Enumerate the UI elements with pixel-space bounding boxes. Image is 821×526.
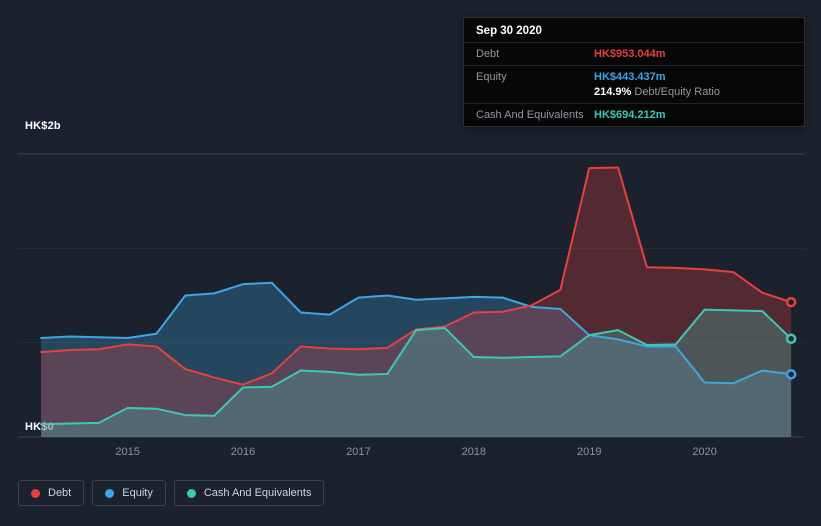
chart-svg — [18, 153, 805, 438]
tooltip-debt-label: Debt — [476, 48, 500, 60]
chart-legend: Debt Equity Cash And Equivalents — [18, 480, 325, 506]
tooltip-equity-value: HK$443.437m — [594, 71, 666, 83]
tooltip-debt-value: HK$953.044m — [594, 48, 666, 60]
legend-dot-equity-icon — [105, 488, 115, 498]
tooltip-row-equity: Equity HK$443.437m 214.9% Debt/Equity Ra… — [464, 65, 804, 103]
x-axis-tick-2015: 2015 — [115, 446, 140, 458]
x-axis-tick-2016: 2016 — [230, 446, 256, 458]
x-axis-tick-2018: 2018 — [461, 446, 487, 458]
y-axis-label-top: HK$2b — [25, 120, 61, 132]
tooltip-row-debt: Debt HK$953.044m — [464, 42, 804, 65]
tooltip-cash-value: HK$694.212m — [594, 109, 666, 121]
tooltip-cash-label: Cash And Equivalents — [476, 109, 584, 121]
x-axis-tick-2020: 2020 — [692, 446, 717, 458]
tooltip-debt-equity-ratio: 214.9% Debt/Equity Ratio — [594, 86, 720, 98]
x-axis-tick-2019: 2019 — [576, 446, 602, 458]
legend-item-equity[interactable]: Equity — [92, 480, 166, 506]
legend-item-cash[interactable]: Cash And Equivalents — [173, 480, 325, 506]
tooltip-ratio-label: Debt/Equity Ratio — [634, 86, 720, 98]
legend-dot-debt-icon — [31, 488, 40, 498]
legend-equity-label: Equity — [122, 487, 153, 499]
tooltip-ratio-value: 214.9% — [594, 86, 632, 98]
tooltip-row-cash: Cash And Equivalents HK$694.212m — [464, 103, 804, 126]
legend-dot-cash-icon — [186, 488, 196, 498]
legend-item-debt[interactable]: Debt — [18, 480, 85, 506]
tooltip-equity-value-group: HK$443.437m 214.9% Debt/Equity Ratio — [594, 71, 720, 98]
legend-debt-label: Debt — [48, 487, 72, 499]
legend-cash-label: Cash And Equivalents — [203, 487, 312, 499]
tooltip-date: Sep 30 2020 — [476, 25, 542, 37]
chart-plot-area[interactable] — [18, 153, 805, 438]
x-axis-tick-2017: 2017 — [346, 446, 371, 458]
tooltip-equity-label: Equity — [476, 71, 507, 83]
chart-tooltip: Sep 30 2020 Debt HK$953.044m Equity HK$4… — [463, 17, 805, 127]
